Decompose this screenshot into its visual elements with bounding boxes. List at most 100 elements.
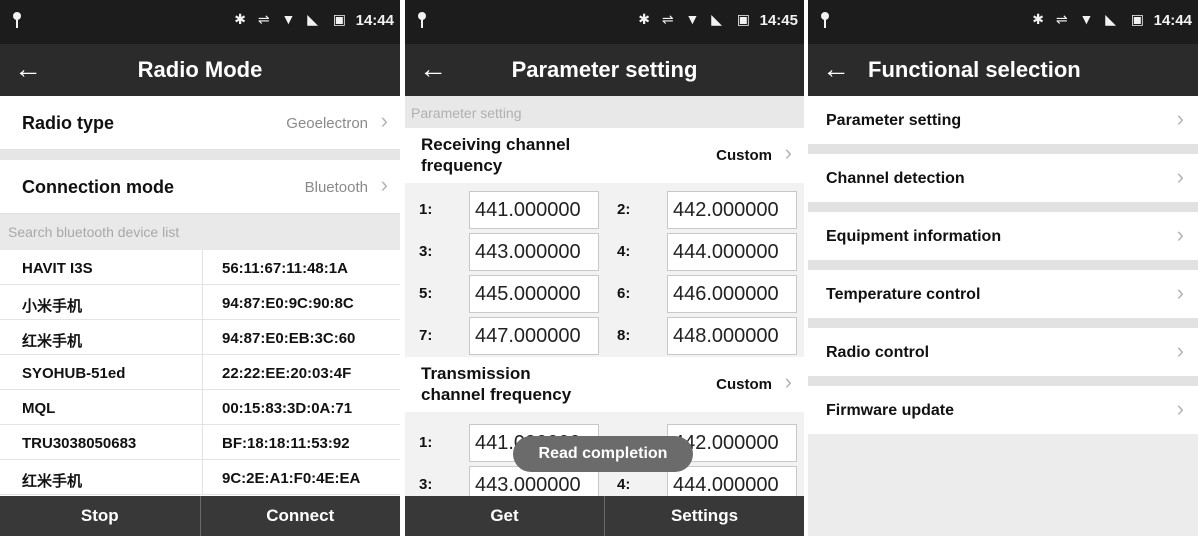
menu-item-equipment-information[interactable]: Equipment information › bbox=[808, 212, 1198, 260]
menu-item-parameter-setting[interactable]: Parameter setting › bbox=[808, 96, 1198, 144]
device-name: 红米手机 bbox=[22, 473, 83, 490]
label-line: Transmission bbox=[421, 364, 531, 383]
divider bbox=[808, 376, 1198, 386]
menu-item-firmware-update[interactable]: Firmware update › bbox=[808, 386, 1198, 434]
channel-index: 3: bbox=[419, 243, 433, 260]
divider bbox=[0, 150, 400, 160]
divider bbox=[202, 390, 203, 424]
receiving-channel-grid: 1: 441.000000 2: 442.000000 3: 443.00000… bbox=[405, 183, 804, 357]
device-row[interactable]: HAVIT I3S 56:11:67:11:48:1A bbox=[0, 250, 400, 285]
channel-index: 7: bbox=[419, 327, 433, 344]
channel-index: 6: bbox=[617, 285, 631, 302]
transmission-frequency-row[interactable]: Transmission channel frequency Custom › bbox=[405, 357, 804, 412]
divider bbox=[202, 355, 203, 389]
app-bar: ← Radio Mode bbox=[0, 44, 400, 96]
device-row[interactable]: TRU3038050683 BF:18:18:11:53:92 bbox=[0, 425, 400, 460]
chevron-right-icon: › bbox=[1176, 222, 1184, 247]
device-row[interactable]: MQL 00:15:83:3D:0A:71 bbox=[0, 390, 400, 425]
battery-icon: ▣ bbox=[332, 11, 346, 27]
channel-index: 3: bbox=[419, 476, 433, 493]
get-button[interactable]: Get bbox=[405, 496, 604, 536]
channel-row: 3: 443.000000 4: 444.000000 bbox=[405, 231, 804, 273]
connect-button[interactable]: Connect bbox=[201, 496, 401, 536]
page-title: Radio Mode bbox=[137, 57, 263, 82]
bottom-action-bar: Stop Connect bbox=[0, 496, 400, 536]
channel-frequency-input[interactable]: 448.000000 bbox=[667, 317, 797, 355]
transmission-frequency-label: Transmission channel frequency bbox=[421, 363, 571, 405]
status-time: 14:44 bbox=[1153, 12, 1192, 29]
divider bbox=[808, 202, 1198, 212]
device-row[interactable]: 红米手机 9C:2E:A1:F0:4E:EA bbox=[0, 460, 400, 495]
transmission-frequency-value: Custom bbox=[716, 376, 772, 393]
device-name: HAVIT I3S bbox=[22, 260, 93, 277]
receiving-frequency-label: Receiving channel frequency bbox=[421, 134, 570, 176]
bottom-action-bar: Get Settings bbox=[405, 496, 804, 536]
receiving-frequency-row[interactable]: Receiving channel frequency Custom › bbox=[405, 128, 804, 183]
menu-item-label: Radio control bbox=[826, 344, 930, 361]
divider bbox=[808, 318, 1198, 328]
channel-row: 7: 447.000000 8: 448.000000 bbox=[405, 315, 804, 357]
menu-item-channel-detection[interactable]: Channel detection › bbox=[808, 154, 1198, 202]
app-bar: ← Parameter setting bbox=[405, 44, 804, 96]
menu-item-label: Temperature control bbox=[826, 286, 981, 303]
device-name: SYOHUB-51ed bbox=[22, 365, 126, 382]
channel-frequency-input[interactable]: 444.000000 bbox=[667, 233, 797, 271]
device-mac: 94:87:E0:EB:3C:60 bbox=[222, 330, 356, 347]
back-arrow-icon[interactable]: ← bbox=[822, 54, 850, 84]
battery-icon: ▣ bbox=[736, 11, 750, 27]
channel-index: 1: bbox=[419, 434, 433, 451]
screenshot-composite: ✱ ⇌ ▼ ◣ ▣ 14:44 ← Radio Mode Radio type … bbox=[0, 0, 1198, 536]
status-icons: ✱ ⇌ ▼ ◣ bbox=[638, 11, 726, 27]
menu-item-label: Channel detection bbox=[826, 170, 965, 187]
label-line: Receiving channel bbox=[421, 135, 571, 154]
device-row[interactable]: SYOHUB-51ed 22:22:EE:20:03:4F bbox=[0, 355, 400, 390]
device-mac: 94:87:E0:9C:90:8C bbox=[222, 295, 354, 312]
receiving-frequency-value: Custom bbox=[716, 147, 772, 164]
device-row[interactable]: 红米手机 94:87:E0:EB:3C:60 bbox=[0, 320, 400, 355]
channel-frequency-input[interactable]: 442.000000 bbox=[667, 191, 797, 229]
status-usb-icon bbox=[818, 11, 832, 29]
status-bar: ✱ ⇌ ▼ ◣ ▣ 14:45 bbox=[405, 0, 804, 44]
menu-item-temperature-control[interactable]: Temperature control › bbox=[808, 270, 1198, 318]
stop-button[interactable]: Stop bbox=[0, 496, 200, 536]
channel-frequency-input[interactable]: 446.000000 bbox=[667, 275, 797, 313]
device-name: TRU3038050683 bbox=[22, 435, 137, 452]
status-icons: ✱ ⇌ ▼ ◣ bbox=[1032, 11, 1120, 27]
menu-item-radio-control[interactable]: Radio control › bbox=[808, 328, 1198, 376]
divider bbox=[202, 460, 203, 494]
device-list: HAVIT I3S 56:11:67:11:48:1A 小米手机 94:87:E… bbox=[0, 250, 400, 495]
device-name: MQL bbox=[22, 400, 56, 417]
toast-message: Read completion bbox=[513, 436, 693, 472]
device-mac: 56:11:67:11:48:1A bbox=[222, 260, 348, 277]
section-header: Parameter setting bbox=[405, 96, 804, 128]
menu-item-label: Equipment information bbox=[826, 228, 1002, 245]
chevron-right-icon: › bbox=[1176, 338, 1184, 363]
menu-item-label: Parameter setting bbox=[826, 112, 962, 129]
battery-icon: ▣ bbox=[1130, 11, 1144, 27]
divider bbox=[808, 260, 1198, 270]
chevron-right-icon: › bbox=[1176, 396, 1184, 421]
functional-selection-screen: ✱ ⇌ ▼ ◣ ▣ 14:44 ← Functional selection P… bbox=[808, 0, 1198, 536]
channel-frequency-input[interactable]: 445.000000 bbox=[469, 275, 599, 313]
device-row[interactable]: 小米手机 94:87:E0:9C:90:8C bbox=[0, 285, 400, 320]
status-usb-icon bbox=[415, 11, 429, 29]
device-name: 小米手机 bbox=[22, 298, 83, 315]
label-line: frequency bbox=[421, 156, 503, 175]
channel-frequency-input[interactable]: 447.000000 bbox=[469, 317, 599, 355]
divider bbox=[808, 144, 1198, 154]
status-usb-icon bbox=[10, 11, 24, 29]
channel-index: 1: bbox=[419, 201, 433, 218]
channel-index: 4: bbox=[617, 476, 631, 493]
connection-mode-row[interactable]: Connection mode Bluetooth › bbox=[0, 160, 400, 214]
radio-type-row[interactable]: Radio type Geoelectron › bbox=[0, 96, 400, 150]
channel-frequency-input[interactable]: 443.000000 bbox=[469, 233, 599, 271]
device-name: 红米手机 bbox=[22, 333, 83, 350]
settings-button[interactable]: Settings bbox=[605, 496, 804, 536]
channel-frequency-input[interactable]: 441.000000 bbox=[469, 191, 599, 229]
device-mac: 00:15:83:3D:0A:71 bbox=[222, 400, 353, 417]
channel-index: 4: bbox=[617, 243, 631, 260]
channel-index: 5: bbox=[419, 285, 433, 302]
channel-row: 1: 441.000000 2: 442.000000 bbox=[405, 189, 804, 231]
divider bbox=[202, 320, 203, 354]
chevron-right-icon: › bbox=[784, 369, 792, 394]
